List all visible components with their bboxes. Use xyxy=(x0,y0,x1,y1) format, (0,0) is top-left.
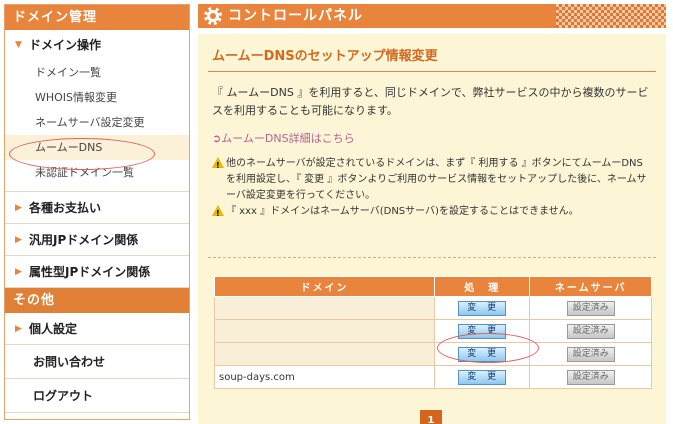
detail-link-label: ムームーDNS詳細はこちら xyxy=(221,132,355,145)
change-button[interactable]: 変 更 xyxy=(458,300,507,316)
menu-personal-settings[interactable]: ▶ 個人設定 xyxy=(5,313,189,345)
domain-cell xyxy=(214,319,435,343)
menu-general-jp-label: 汎用JPドメイン関係 xyxy=(29,233,139,247)
domain-operations-submenu: ドメイン一覧 WHOIS情報変更 ネームサーバ設定変更 ムームーDNS 未認証ド… xyxy=(5,60,189,192)
menu-logout[interactable]: ログアウト xyxy=(5,379,189,413)
dns-setup-panel: ムームーDNSのセットアップ情報変更 『 ムームーDNS 』を利用すると、同じド… xyxy=(198,34,666,424)
domain-table: ドメイン 処 理 ネームサーバ 変 更 設定済み 変 更 設定済み 変 更 設定… xyxy=(214,276,652,389)
caret-right-icon: ▶ xyxy=(15,267,22,277)
sidebar-item-nameserver-change[interactable]: ネームサーバ設定変更 xyxy=(5,110,189,135)
control-panel-title: コントロールパネル xyxy=(228,8,363,24)
sidebar-header-other: その他 xyxy=(5,288,189,313)
panel-title: ムームーDNSのセットアップ情報変更 xyxy=(208,46,656,72)
caret-down-icon: ▼ xyxy=(15,40,22,50)
configured-badge: 設定済み xyxy=(566,346,615,362)
note-nameserver: 他のネームサーバが設定されているドメインは、まず『 利用する 』ボタンにてムーム… xyxy=(212,156,652,204)
page-button-current[interactable]: 1 xyxy=(420,410,442,424)
nameserver-cell: 設定済み xyxy=(529,319,652,343)
menu-payments[interactable]: ▶ 各種お支払い xyxy=(5,192,189,224)
domain-cell: soup-days.com xyxy=(214,365,435,389)
configured-badge: 設定済み xyxy=(566,300,615,316)
control-panel-title-bar: コントロールパネル xyxy=(198,4,666,28)
arrow-icon: ➲ xyxy=(212,132,222,145)
table-row: 変 更 設定済み xyxy=(214,319,652,343)
configured-badge: 設定済み xyxy=(566,323,615,339)
menu-general-jp[interactable]: ▶ 汎用JPドメイン関係 xyxy=(5,224,189,256)
caret-right-icon: ▶ xyxy=(15,324,22,334)
change-button-soup-days[interactable]: 変 更 xyxy=(458,369,507,385)
note-nameserver-text: 他のネームサーバが設定されているドメインは、まず『 利用する 』ボタンにてムーム… xyxy=(226,158,647,201)
note-restriction: 『 xxx 』ドメインはネームサーバ(DNSサーバ)を設定することはできません。 xyxy=(212,204,652,222)
menu-domain-operations[interactable]: ▼ ドメイン操作 xyxy=(5,30,189,60)
menu-attribute-jp-label: 属性型JPドメイン関係 xyxy=(29,265,151,279)
caret-right-icon: ▶ xyxy=(15,203,22,213)
column-header-nameserver: ネームサーバ xyxy=(529,276,652,297)
intro-text: 『 ムームーDNS 』を利用すると、同じドメインで、弊社サービスの中から複数のサ… xyxy=(212,86,649,117)
table-row: 変 更 設定済み xyxy=(214,296,652,320)
process-cell: 変 更 xyxy=(433,319,531,343)
divider xyxy=(208,257,656,258)
muumuu-dns-detail-link[interactable]: ➲ムームーDNS詳細はこちら xyxy=(212,130,355,146)
nameserver-cell: 設定済み xyxy=(529,365,652,389)
sidebar-item-muumuu-dns[interactable]: ムームーDNS xyxy=(5,135,189,160)
change-button[interactable]: 変 更 xyxy=(458,323,507,339)
menu-payments-label: 各種お支払い xyxy=(29,201,102,215)
change-button[interactable]: 変 更 xyxy=(458,346,507,362)
sidebar-item-unverified-domains[interactable]: 未認証ドメイン一覧 xyxy=(5,160,189,185)
table-header-row: ドメイン 処 理 ネームサーバ xyxy=(214,276,652,297)
process-cell: 変 更 xyxy=(433,296,531,320)
menu-domain-operations-label: ドメイン操作 xyxy=(29,38,102,52)
column-header-domain: ドメイン xyxy=(214,276,435,297)
warning-icon xyxy=(212,205,224,222)
sidebar-item-whois-change[interactable]: WHOIS情報変更 xyxy=(5,85,189,110)
caret-right-icon: ▶ xyxy=(15,235,22,245)
note-restriction-text: 『 xxx 』ドメインはネームサーバ(DNSサーバ)を設定することはできません。 xyxy=(226,206,579,217)
checker-pattern xyxy=(556,4,666,28)
menu-attribute-jp[interactable]: ▶ 属性型JPドメイン関係 xyxy=(5,256,189,288)
notes: 他のネームサーバが設定されているドメインは、まず『 利用する 』ボタンにてムーム… xyxy=(212,156,652,222)
table-row: 変 更 設定済み xyxy=(214,342,652,366)
table-row: soup-days.com 変 更 設定済み xyxy=(214,365,652,389)
sidebar: ドメイン管理 ▼ ドメイン操作 ドメイン一覧 WHOIS情報変更 ネームサーバ設… xyxy=(4,4,190,420)
process-cell: 変 更 xyxy=(433,365,531,389)
menu-contact[interactable]: お問い合わせ xyxy=(5,345,189,379)
domain-cell xyxy=(214,296,435,320)
gear-icon xyxy=(204,7,222,25)
process-cell: 変 更 xyxy=(433,342,531,366)
column-header-process: 処 理 xyxy=(433,276,531,297)
nameserver-cell: 設定済み xyxy=(529,296,652,320)
menu-personal-settings-label: 個人設定 xyxy=(29,322,78,336)
sidebar-item-domain-list[interactable]: ドメイン一覧 xyxy=(5,60,189,85)
main-content: コントロールパネル ムームーDNSのセットアップ情報変更 『 ムームーDNS 』… xyxy=(198,4,666,424)
domain-cell xyxy=(214,342,435,366)
warning-icon xyxy=(212,157,224,174)
nameserver-cell: 設定済み xyxy=(529,342,652,366)
configured-badge: 設定済み xyxy=(566,369,615,385)
sidebar-header-domain: ドメイン管理 xyxy=(5,5,189,30)
